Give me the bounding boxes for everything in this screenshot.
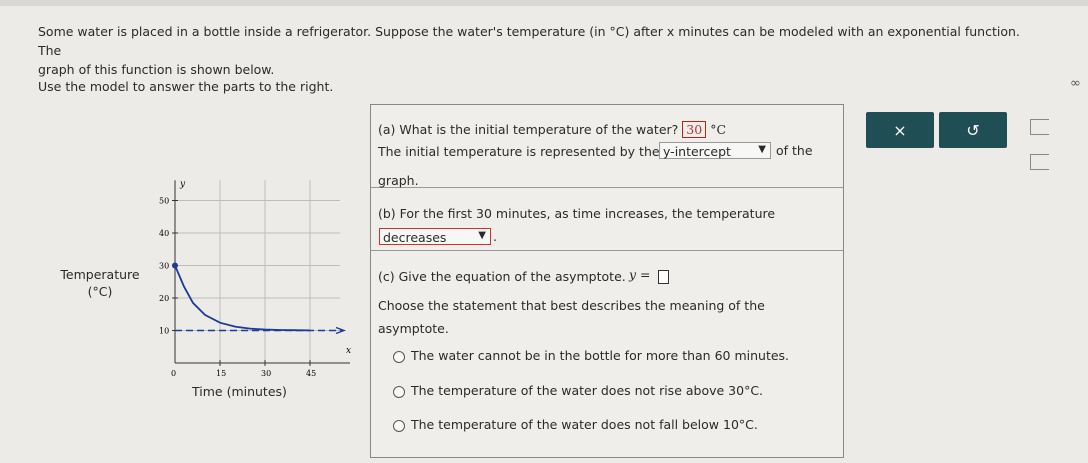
x-tick-label: 30 bbox=[261, 369, 271, 378]
y-tick-label: 20 bbox=[159, 294, 169, 303]
top-bar bbox=[0, 0, 1088, 6]
part-a-select[interactable]: y-intercept ▼ bbox=[659, 142, 771, 159]
instruction-text: Use the model to answer the parts to the… bbox=[38, 79, 334, 94]
clear-button[interactable]: × bbox=[866, 112, 934, 148]
graph-grid bbox=[175, 180, 340, 363]
part-a-line3: graph. bbox=[378, 173, 419, 188]
x-axis-label: Time (minutes) bbox=[192, 384, 287, 399]
origin-label: 0 bbox=[171, 369, 176, 378]
y-axis-label: Temperature (°C) bbox=[60, 266, 140, 300]
graph-ticks: 15 30 45 10 20 30 40 50 bbox=[159, 197, 316, 379]
y-tick-label: 10 bbox=[159, 327, 169, 336]
side-panel-tab-icon[interactable] bbox=[1030, 154, 1049, 170]
radio-option-2[interactable] bbox=[393, 386, 405, 398]
option-1-text: The water cannot be in the bottle for mo… bbox=[411, 348, 790, 363]
part-a-line2-post: of the bbox=[776, 143, 813, 158]
dropdown-caret-icon: ▼ bbox=[758, 144, 766, 155]
problem-line-2: graph of this function is shown below. bbox=[38, 62, 275, 77]
part-a-question: (a) What is the initial temperature of t… bbox=[378, 121, 726, 138]
initial-point bbox=[172, 262, 178, 269]
graph-axes bbox=[174, 180, 350, 364]
dropdown-caret-icon: ▼ bbox=[478, 230, 486, 241]
part-b-question: (b) For the first 30 minutes, as time in… bbox=[378, 206, 776, 221]
y-tick-label: 30 bbox=[159, 262, 169, 271]
x-axis-variable: x bbox=[346, 346, 351, 356]
part-b-period: . bbox=[493, 229, 497, 244]
part-a-select-value: y-intercept bbox=[663, 144, 731, 159]
part-b-select[interactable]: decreases ▼ bbox=[379, 228, 491, 245]
option-3-text: The temperature of the water does not fa… bbox=[411, 417, 758, 432]
problem-line-1: Some water is placed in a bottle inside … bbox=[38, 24, 1020, 58]
y-axis-variable: y bbox=[179, 179, 186, 189]
y-axis-label-line1: Temperature bbox=[60, 267, 140, 282]
part-b-section: (b) For the first 30 minutes, as time in… bbox=[371, 188, 843, 251]
side-panel-tab-icon[interactable] bbox=[1030, 119, 1049, 135]
part-c-question: (c) Give the equation of the asymptote. bbox=[378, 269, 626, 284]
radio-option-1[interactable] bbox=[393, 351, 405, 363]
part-c-prompt-line1: Choose the statement that best describes… bbox=[378, 298, 765, 313]
x-tick-label: 45 bbox=[306, 369, 316, 378]
asymptote-equation-lhs: y = bbox=[629, 267, 651, 282]
part-b-select-value: decreases bbox=[383, 230, 447, 245]
undo-button[interactable]: ↺ bbox=[939, 112, 1007, 148]
y-tick-label: 50 bbox=[159, 197, 169, 206]
part-a-question-text: (a) What is the initial temperature of t… bbox=[378, 122, 679, 137]
y-tick-label: 40 bbox=[159, 229, 169, 238]
part-a-section: (a) What is the initial temperature of t… bbox=[371, 105, 843, 188]
option-2-text: The temperature of the water does not ri… bbox=[411, 383, 764, 398]
problem-statement: Some water is placed in a bottle inside … bbox=[38, 22, 1038, 79]
infinity-icon[interactable]: ∞ bbox=[1070, 76, 1081, 91]
radio-option-3[interactable] bbox=[393, 420, 405, 432]
initial-temperature-answer[interactable]: 30 bbox=[682, 121, 707, 138]
question-panel: (a) What is the initial temperature of t… bbox=[370, 104, 844, 458]
x-tick-label: 15 bbox=[216, 369, 226, 378]
part-c-section: (c) Give the equation of the asymptote. … bbox=[371, 251, 843, 457]
y-axis-label-line2: (°C) bbox=[87, 284, 113, 299]
answer-unit: °C bbox=[710, 122, 727, 137]
part-a-line2: The initial temperature is represented b… bbox=[378, 144, 660, 159]
asymptote-answer-input[interactable] bbox=[658, 270, 669, 284]
part-c-prompt-line2: asymptote. bbox=[378, 321, 449, 336]
